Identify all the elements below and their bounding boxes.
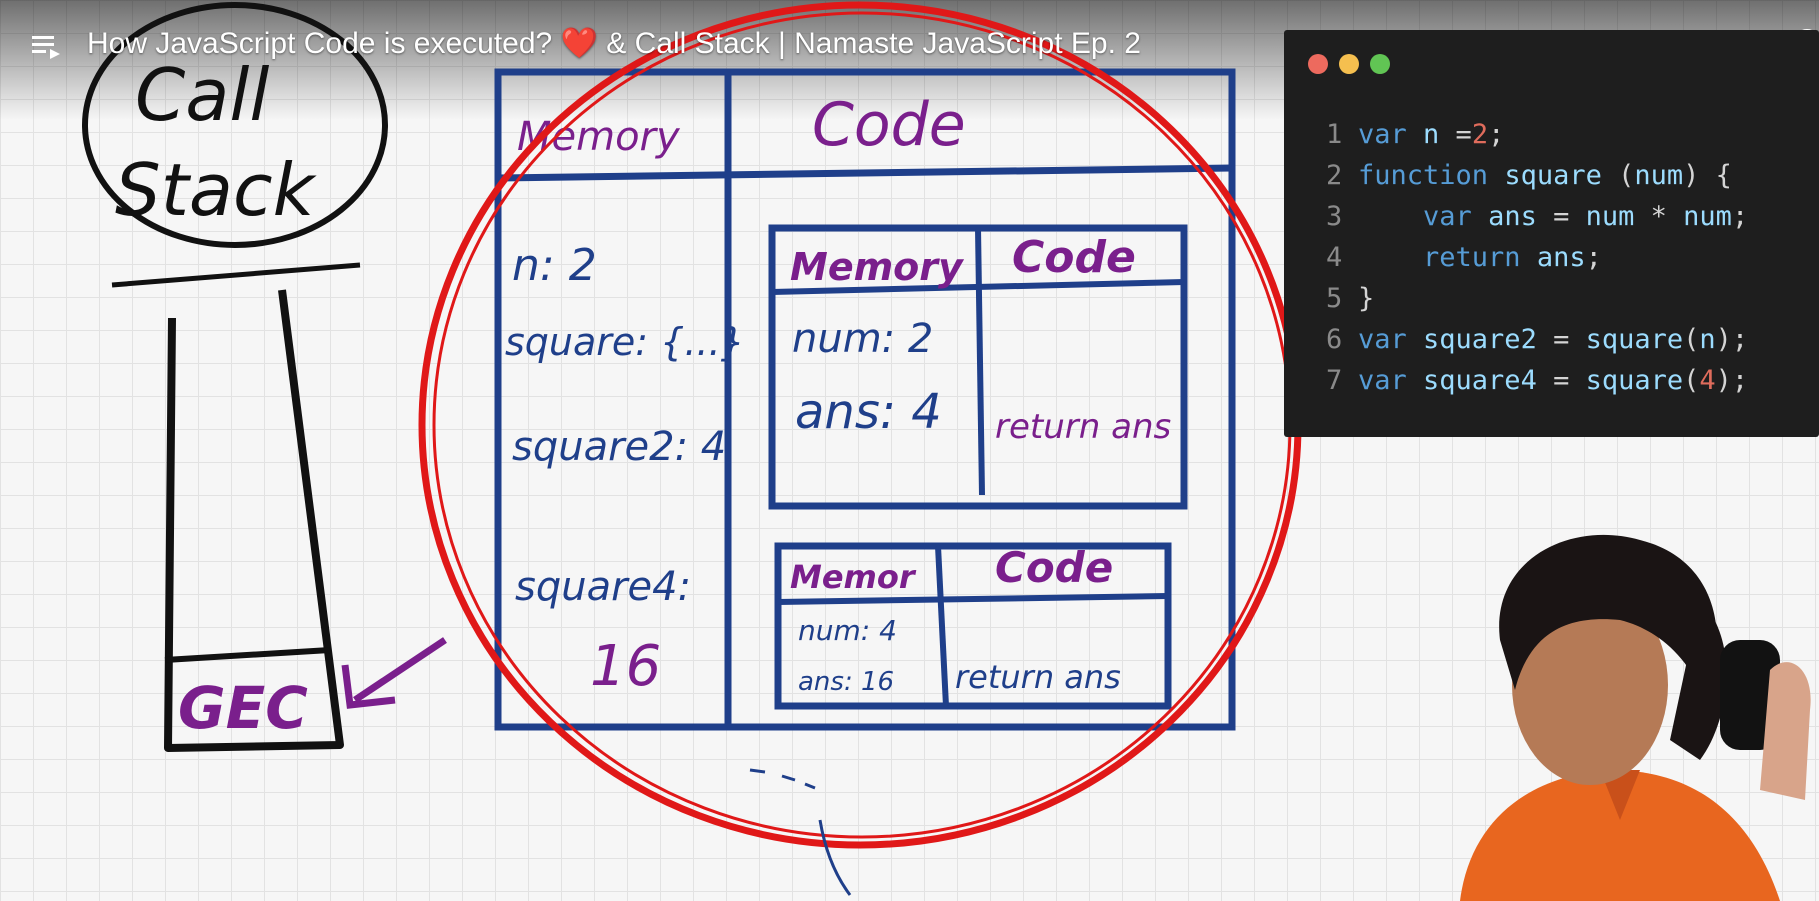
ctx1-code-return: return ans	[995, 407, 1171, 447]
code-token: square4	[1423, 365, 1554, 396]
code-token: =	[1553, 365, 1586, 396]
code-token: );	[1715, 365, 1749, 396]
global-entry-square: square: {...}	[505, 320, 745, 364]
code-token: square	[1585, 365, 1684, 396]
code-token: (	[1683, 365, 1700, 396]
code-line: 3 var ans = num * num;	[1326, 196, 1748, 237]
line-number: 5	[1326, 283, 1343, 314]
code-token: 2	[1471, 119, 1489, 150]
video-title-part1: How JavaScript Code is executed?	[87, 27, 553, 60]
code-line: 6 var square2 = square(n);	[1326, 319, 1748, 360]
global-entry-n: n: 2	[512, 240, 597, 291]
ctx1-code-header: Code	[1012, 232, 1136, 283]
ctx2-code-return: return ans	[955, 658, 1121, 696]
stack-item-gec: GEC	[178, 674, 308, 742]
ctx1-entry-num: num: 2	[792, 316, 933, 362]
code-token: ;	[1585, 242, 1602, 273]
ctx2-entry-ans: ans: 16	[798, 667, 894, 697]
close-dot-icon	[1308, 54, 1328, 74]
code-token: }	[1358, 283, 1375, 314]
code-token: square	[1585, 324, 1684, 355]
code-token: =	[1553, 201, 1586, 232]
code-line: 2 function square (num) {	[1326, 155, 1748, 196]
heart-icon: ❤️	[560, 27, 598, 60]
code-token: var	[1423, 201, 1489, 232]
code-token: square	[1504, 160, 1619, 191]
code-token: n	[1699, 324, 1716, 355]
presenter-video	[1460, 534, 1811, 901]
code-token: var	[1358, 119, 1424, 150]
video-title-part2: & Call Stack | Namaste JavaScript Ep. 2	[606, 27, 1141, 60]
code-token: var	[1358, 365, 1424, 396]
code-line: 7 var square4 = square(4);	[1326, 360, 1748, 401]
ctx2-memory-header: Memor	[790, 558, 917, 596]
code-lines: 1 var n = 2; 2 function square (num) {3 var …	[1326, 114, 1748, 401]
call-stack-label-stack: Stack	[115, 148, 318, 232]
ctx1-entry-ans: ans: 4	[795, 384, 942, 440]
code-token: ) {	[1683, 160, 1732, 191]
line-number: 7	[1326, 365, 1343, 396]
global-entry-square2: square2: 4	[512, 424, 726, 470]
code-token: 4	[1699, 365, 1716, 396]
code-token: var	[1358, 324, 1424, 355]
code-token: square2	[1423, 324, 1554, 355]
code-line: 5}	[1326, 278, 1748, 319]
global-entry-square4: square4:	[515, 564, 691, 610]
maximize-dot-icon	[1370, 54, 1390, 74]
window-controls	[1308, 54, 1390, 74]
code-token: (	[1683, 324, 1700, 355]
code-token: function	[1358, 160, 1505, 191]
line-number: 3	[1326, 201, 1343, 232]
code-token: =	[1455, 119, 1472, 150]
code-line: 1 var n = 2;	[1326, 114, 1748, 155]
code-token: n	[1423, 119, 1456, 150]
video-title[interactable]: How JavaScript Code is executed? ❤️ & Ca…	[87, 26, 1141, 61]
code-token: ;	[1488, 119, 1505, 150]
code-token: ans	[1488, 201, 1554, 232]
code-token: (	[1618, 160, 1635, 191]
line-number: 4	[1326, 242, 1343, 273]
global-code-header: Code	[812, 90, 966, 160]
code-token: num	[1683, 201, 1732, 232]
ctx2-entry-num: num: 4	[798, 614, 897, 647]
ctx2-code-header: Code	[995, 543, 1113, 592]
code-token: ans	[1536, 242, 1586, 273]
code-token: return	[1423, 242, 1537, 273]
code-token: num	[1585, 201, 1651, 232]
code-line: 4 return ans;	[1326, 237, 1748, 278]
line-number: 2	[1326, 160, 1343, 191]
code-token: =	[1553, 324, 1586, 355]
global-entry-16: 16	[590, 634, 661, 699]
code-token: *	[1650, 201, 1684, 232]
line-number: 1	[1326, 119, 1343, 150]
playlist-icon[interactable]	[30, 30, 64, 64]
line-number: 6	[1326, 324, 1343, 355]
ctx1-memory-header: Memory	[790, 245, 965, 289]
minimize-dot-icon	[1339, 54, 1359, 74]
code-token: num	[1634, 160, 1684, 191]
code-token: ;	[1731, 201, 1749, 232]
code-token: );	[1715, 324, 1749, 355]
code-editor-panel: 1 var n = 2; 2 function square (num) {3 var …	[1284, 30, 1819, 437]
